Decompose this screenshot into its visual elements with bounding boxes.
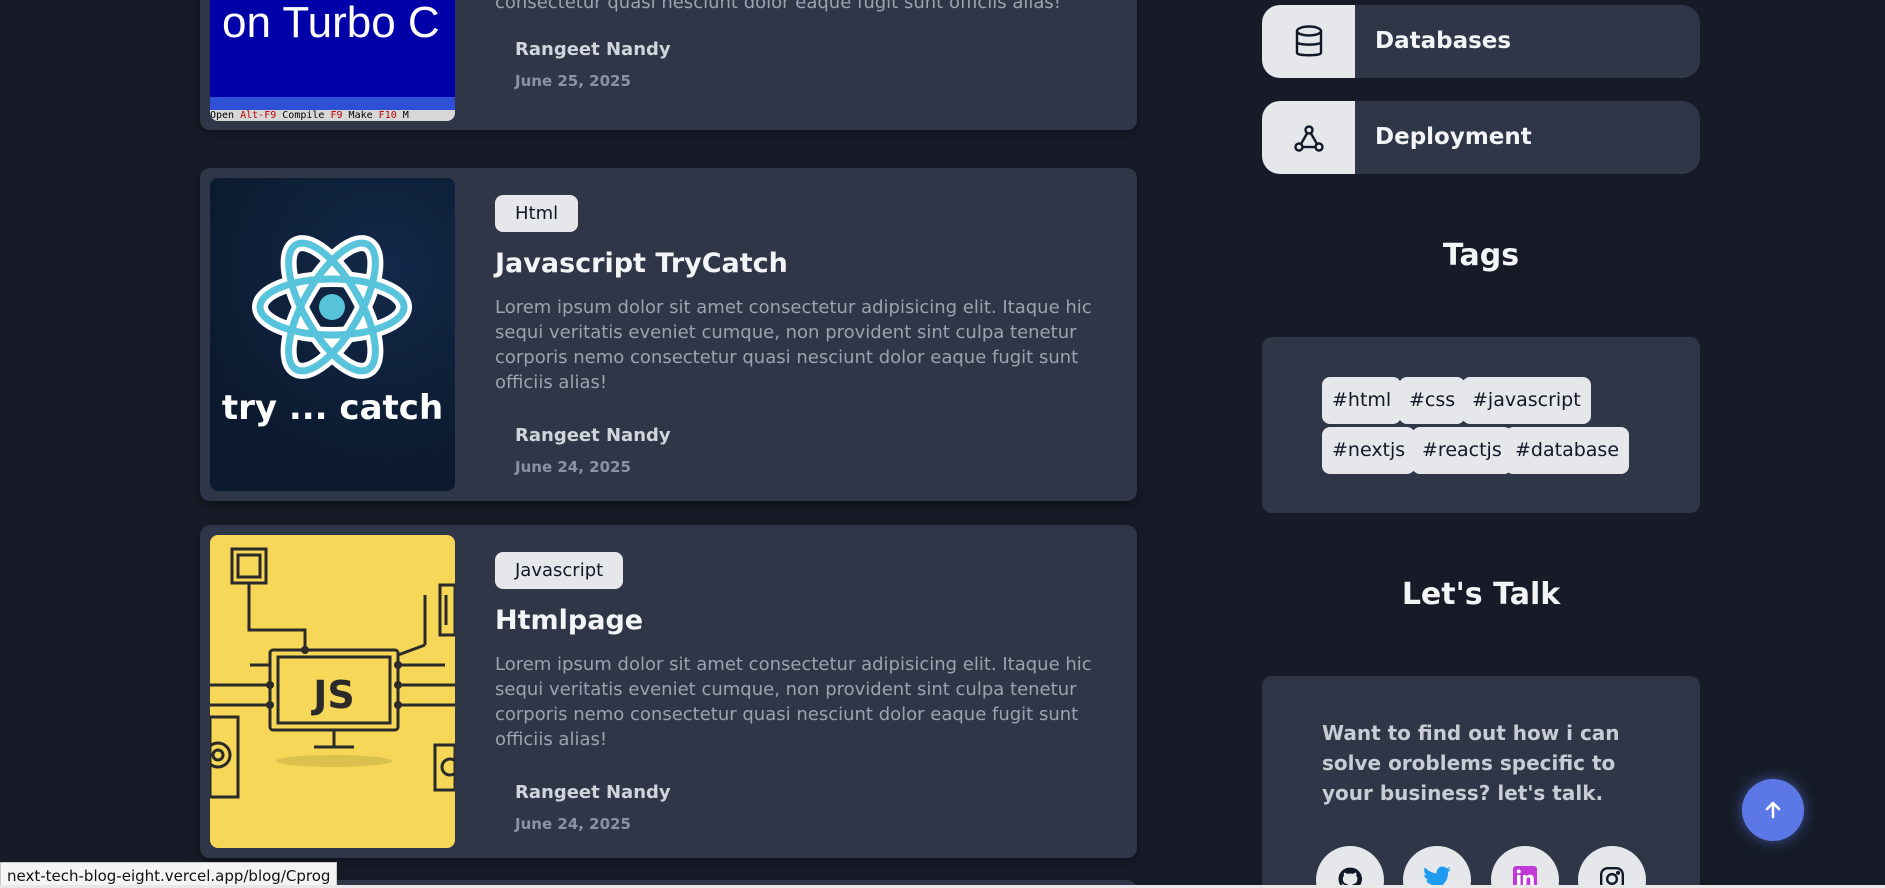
tag-reactjs[interactable]: #reactjs [1412, 427, 1512, 474]
talk-text: Want to find out how i can solve oroblem… [1322, 721, 1620, 805]
post-date: June 24, 2025 [515, 458, 631, 476]
menu-text: Open [210, 110, 235, 121]
post-thumbnail[interactable]: try ... catch [210, 178, 455, 491]
post-card[interactable]: JS Javascript Htmlpage Lorem ipsum dolor… [200, 525, 1137, 858]
category-databases[interactable]: Databases [1262, 5, 1700, 78]
post-thumbnail[interactable]: on Turbo C Open Alt-F9 Compile F9 Make F… [210, 0, 455, 121]
post-author[interactable]: Rangeet Nandy [515, 782, 1117, 803]
thumbnail-text: try ... catch [221, 388, 444, 428]
database-icon [1262, 5, 1355, 78]
post-excerpt: Lorem ipsum dolor sit amet consectetur a… [495, 297, 1092, 393]
tags-panel: #html #css #javascript #nextjs #reactjs … [1262, 337, 1700, 513]
instagram-icon[interactable] [1578, 846, 1646, 888]
tag-database[interactable]: #database [1505, 427, 1630, 474]
talk-heading: Let's Talk [1401, 577, 1561, 612]
post-title[interactable]: Javascript TryCatch [495, 248, 1117, 279]
post-excerpt: consectetur quasi nesciunt dolor eaque f… [495, 0, 1062, 13]
tags-heading: Tags [1442, 238, 1520, 273]
thumbnail-menu: Open Alt-F9 Compile F9 Make F10 M [210, 110, 455, 121]
post-author[interactable]: Rangeet Nandy [515, 425, 1117, 446]
category-badge[interactable]: Javascript [495, 552, 624, 589]
menu-key: F10 [378, 110, 397, 121]
category-label: Databases [1375, 28, 1512, 54]
tag-css[interactable]: #css [1399, 377, 1466, 424]
tag-javascript[interactable]: #javascript [1462, 377, 1591, 424]
tag-nextjs[interactable]: #nextjs [1322, 427, 1416, 474]
post-card[interactable]: on Turbo C Open Alt-F9 Compile F9 Make F… [200, 0, 1137, 130]
category-deployment[interactable]: Deployment [1262, 101, 1700, 174]
menu-text: Make [348, 110, 373, 121]
post-title[interactable]: Htmlpage [495, 605, 1117, 636]
arrow-up-icon [1765, 801, 1781, 819]
menu-text: Compile [282, 110, 325, 121]
react-logo-icon [252, 235, 412, 379]
scroll-to-top-button[interactable] [1742, 779, 1804, 841]
post-author[interactable]: Rangeet Nandy [515, 39, 1117, 60]
linkedin-icon[interactable] [1491, 846, 1559, 888]
twitter-icon[interactable] [1403, 846, 1471, 888]
thumbnail-bar [210, 97, 455, 110]
menu-key: Alt-F9 [240, 110, 277, 121]
post-excerpt: Lorem ipsum dolor sit amet consectetur a… [495, 654, 1092, 750]
post-thumbnail[interactable]: JS [210, 535, 455, 848]
deployment-icon [1262, 101, 1355, 174]
talk-panel: Want to find out how i can solve oroblem… [1262, 676, 1700, 888]
post-card[interactable]: try ... catch Html Javascript TryCatch L… [200, 168, 1137, 501]
thumbnail-text: on Turbo C [222, 0, 440, 47]
category-label: Deployment [1375, 124, 1532, 150]
tag-html[interactable]: #html [1322, 377, 1402, 424]
post-date: June 24, 2025 [515, 815, 631, 833]
menu-key: F9 [330, 110, 343, 121]
post-date: June 25, 2025 [515, 72, 631, 90]
category-badge[interactable]: Html [495, 195, 579, 232]
github-icon[interactable] [1316, 846, 1384, 888]
menu-text: M [402, 110, 409, 121]
thumbnail-text: JS [313, 673, 355, 717]
